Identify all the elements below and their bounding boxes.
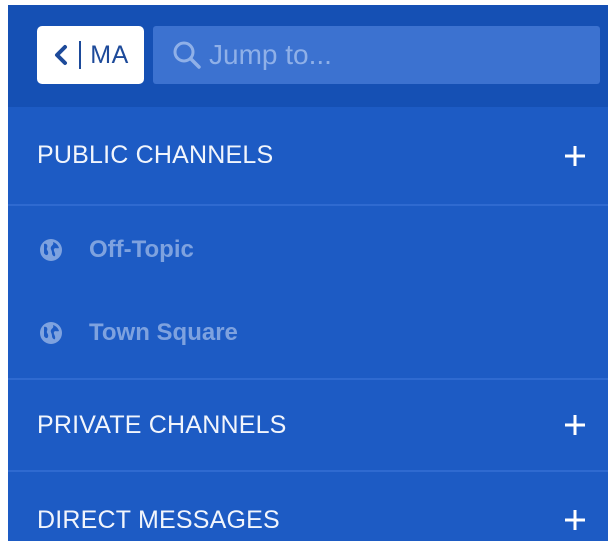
divider	[79, 41, 82, 69]
search-icon	[173, 41, 201, 69]
globe-icon	[40, 321, 62, 344]
channel-name: Off-Topic	[89, 235, 194, 263]
plus-icon[interactable]	[564, 414, 586, 436]
plus-icon[interactable]	[564, 145, 586, 167]
section-title: PRIVATE CHANNELS	[37, 410, 287, 439]
sidebar-header: MA Jump to...	[8, 5, 608, 107]
section-public-channels[interactable]: PUBLIC CHANNELS	[8, 107, 608, 206]
jump-to-search[interactable]: Jump to...	[153, 26, 600, 84]
section-private-channels[interactable]: PRIVATE CHANNELS	[8, 380, 608, 472]
public-channel-list: Off-Topic Town Square	[8, 206, 608, 380]
chevron-left-icon	[55, 45, 68, 65]
channel-sidebar: MA Jump to... PUBLIC CHANNELS Off-Topic	[8, 5, 608, 541]
globe-icon	[40, 238, 62, 261]
team-initials: MA	[90, 40, 129, 69]
section-title: PUBLIC CHANNELS	[37, 141, 274, 169]
section-direct-messages[interactable]: DIRECT MESSAGES	[8, 472, 608, 541]
channel-item-town-square[interactable]: Town Square	[8, 291, 608, 374]
section-title: DIRECT MESSAGES	[37, 505, 280, 534]
search-placeholder: Jump to...	[209, 39, 332, 70]
plus-icon[interactable]	[564, 509, 586, 531]
channel-item-off-topic[interactable]: Off-Topic	[8, 208, 608, 291]
channel-name: Town Square	[89, 318, 238, 346]
team-switch-button[interactable]: MA	[37, 26, 144, 84]
